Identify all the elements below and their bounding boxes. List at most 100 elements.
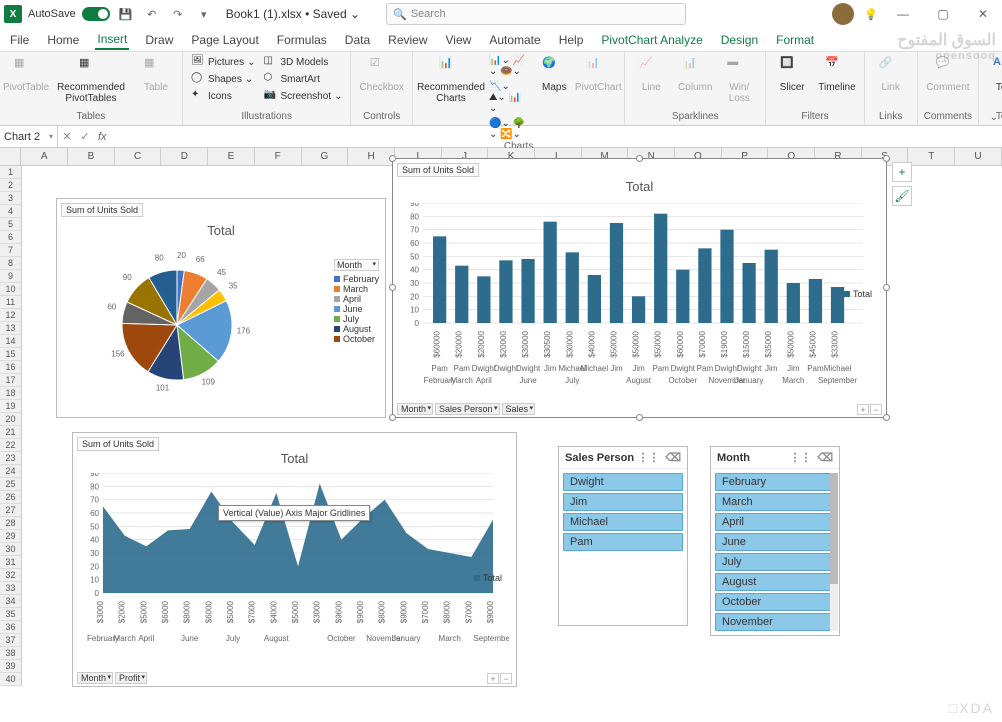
minimize-button[interactable]: — bbox=[888, 4, 918, 24]
sparkline-winloss-button[interactable]: ▬Win/ Loss bbox=[719, 54, 759, 106]
sparkline-line-button[interactable]: 📈Line bbox=[631, 54, 671, 95]
row-header-12[interactable]: 12 bbox=[0, 309, 21, 322]
col-header-F[interactable]: F bbox=[255, 148, 302, 165]
row-header-2[interactable]: 2 bbox=[0, 179, 21, 192]
slicer-item[interactable]: June bbox=[715, 533, 835, 551]
row-header-19[interactable]: 19 bbox=[0, 400, 21, 413]
bar-plusminus[interactable]: +− bbox=[857, 404, 882, 415]
slicer-item[interactable]: Dwight bbox=[563, 473, 683, 491]
row-header-20[interactable]: 20 bbox=[0, 413, 21, 426]
user-avatar[interactable] bbox=[832, 3, 854, 25]
slicer-item[interactable]: April bbox=[715, 513, 835, 531]
row-header-34[interactable]: 34 bbox=[0, 595, 21, 608]
search-input[interactable]: 🔍 Search bbox=[386, 3, 686, 25]
row-header-11[interactable]: 11 bbox=[0, 296, 21, 309]
slicer-item[interactable]: February bbox=[715, 473, 835, 491]
slicer-item[interactable]: Michael bbox=[563, 513, 683, 531]
row-header-5[interactable]: 5 bbox=[0, 218, 21, 231]
fx-icon[interactable]: fx bbox=[94, 131, 111, 143]
undo-icon[interactable]: ↶ bbox=[142, 4, 162, 24]
slicer-item[interactable]: March bbox=[715, 493, 835, 511]
chart-type-3[interactable]: 🔵⌄ 🌳⌄ 🔀⌄ bbox=[487, 117, 530, 141]
row-header-7[interactable]: 7 bbox=[0, 244, 21, 257]
icons-button[interactable]: ✦Icons bbox=[189, 88, 258, 104]
chart-type-2[interactable]: 📉⌄ ⛰⌄ 📊⌄ bbox=[487, 80, 530, 115]
row-header-27[interactable]: 27 bbox=[0, 504, 21, 517]
pictures-button[interactable]: 🖼Pictures ⌄ bbox=[189, 54, 258, 70]
filter-tag[interactable]: Month bbox=[77, 672, 113, 684]
tab-pivotchart-analyze[interactable]: PivotChart Analyze bbox=[599, 31, 704, 49]
row-header-17[interactable]: 17 bbox=[0, 374, 21, 387]
slicer-item[interactable]: August bbox=[715, 573, 835, 591]
name-box[interactable]: Chart 2 bbox=[0, 126, 58, 147]
table-button[interactable]: ▦Table bbox=[136, 54, 176, 95]
slicer-month[interactable]: Month⋮⋮⌫ FebruaryMarchAprilJuneJulyAugus… bbox=[710, 446, 840, 636]
save-icon[interactable]: 💾 bbox=[116, 4, 136, 24]
slicer-button[interactable]: 🔲Slicer bbox=[772, 54, 812, 95]
spreadsheet-grid[interactable]: ABCDEFGHIJKLMNOPQRSTU 123456789101112131… bbox=[0, 148, 1002, 722]
row-header-28[interactable]: 28 bbox=[0, 517, 21, 530]
row-header-38[interactable]: 38 bbox=[0, 647, 21, 660]
col-header-G[interactable]: G bbox=[302, 148, 349, 165]
area-chart[interactable]: Sum of Units Sold Total 0102030405060708… bbox=[72, 432, 517, 687]
tab-page-layout[interactable]: Page Layout bbox=[189, 31, 260, 49]
tab-file[interactable]: File bbox=[8, 31, 31, 49]
col-header-E[interactable]: E bbox=[208, 148, 255, 165]
clear-filter-icon[interactable]: ⌫ bbox=[665, 451, 681, 464]
chart-elements-button[interactable]: + bbox=[892, 162, 912, 182]
row-header-35[interactable]: 35 bbox=[0, 608, 21, 621]
lightbulb-icon[interactable]: 💡 bbox=[864, 8, 878, 21]
slicer-item[interactable]: November bbox=[715, 613, 835, 631]
pivotchart-button[interactable]: 📊PivotChart bbox=[578, 54, 618, 95]
filter-tag[interactable]: Sales Person bbox=[435, 403, 500, 415]
chart-styles-button[interactable]: 🖌 bbox=[892, 186, 912, 206]
3d-models-button[interactable]: ◫3D Models bbox=[261, 54, 344, 70]
row-header-39[interactable]: 39 bbox=[0, 660, 21, 673]
row-header-1[interactable]: 1 bbox=[0, 166, 21, 179]
qat-dropdown-icon[interactable]: ▾ bbox=[194, 4, 214, 24]
ribbon-collapse-icon[interactable]: ⌄ bbox=[990, 112, 998, 123]
tab-view[interactable]: View bbox=[444, 31, 474, 49]
tab-design[interactable]: Design bbox=[719, 31, 760, 49]
multiselect-icon[interactable]: ⋮⋮ bbox=[789, 451, 811, 464]
tab-format[interactable]: Format bbox=[774, 31, 816, 49]
slicer-item[interactable]: Pam bbox=[563, 533, 683, 551]
row-header-25[interactable]: 25 bbox=[0, 478, 21, 491]
row-header-30[interactable]: 30 bbox=[0, 543, 21, 556]
pivottable-button[interactable]: ▦PivotTable bbox=[6, 54, 46, 95]
row-header-29[interactable]: 29 bbox=[0, 530, 21, 543]
shapes-button[interactable]: ◯Shapes ⌄ bbox=[189, 71, 258, 87]
tab-insert[interactable]: Insert bbox=[95, 30, 129, 50]
filter-tag[interactable]: Sales bbox=[502, 403, 536, 415]
timeline-button[interactable]: 📅Timeline bbox=[816, 54, 857, 95]
row-header-8[interactable]: 8 bbox=[0, 257, 21, 270]
clear-filter-icon[interactable]: ⌫ bbox=[817, 451, 833, 464]
col-header-A[interactable]: A bbox=[21, 148, 68, 165]
col-header-B[interactable]: B bbox=[68, 148, 115, 165]
document-title[interactable]: Book1 (1).xlsx • Saved ⌄ bbox=[226, 7, 360, 21]
slicer-item[interactable]: October bbox=[715, 593, 835, 611]
row-header-16[interactable]: 16 bbox=[0, 361, 21, 374]
smartart-button[interactable]: ⬡SmartArt bbox=[261, 71, 344, 87]
row-header-18[interactable]: 18 bbox=[0, 387, 21, 400]
recommended-pivottables-button[interactable]: ▦Recommended PivotTables bbox=[50, 54, 132, 106]
pie-chart[interactable]: Sum of Units Sold Total 2066453517610910… bbox=[56, 198, 386, 418]
checkbox-button[interactable]: ☑Checkbox bbox=[357, 54, 405, 95]
col-header-D[interactable]: D bbox=[161, 148, 208, 165]
tab-draw[interactable]: Draw bbox=[143, 31, 175, 49]
tab-automate[interactable]: Automate bbox=[487, 31, 542, 49]
multiselect-icon[interactable]: ⋮⋮ bbox=[637, 451, 659, 464]
maps-button[interactable]: 🌍Maps bbox=[534, 54, 574, 95]
tab-review[interactable]: Review bbox=[386, 31, 429, 49]
sparkline-column-button[interactable]: 📊Column bbox=[675, 54, 715, 95]
row-header-23[interactable]: 23 bbox=[0, 452, 21, 465]
close-button[interactable]: ✕ bbox=[968, 4, 998, 24]
row-header-3[interactable]: 3 bbox=[0, 192, 21, 205]
row-header-15[interactable]: 15 bbox=[0, 348, 21, 361]
row-header-6[interactable]: 6 bbox=[0, 231, 21, 244]
col-header-C[interactable]: C bbox=[115, 148, 162, 165]
col-header-T[interactable]: T bbox=[908, 148, 955, 165]
row-header-26[interactable]: 26 bbox=[0, 491, 21, 504]
tab-formulas[interactable]: Formulas bbox=[275, 31, 329, 49]
row-header-22[interactable]: 22 bbox=[0, 439, 21, 452]
